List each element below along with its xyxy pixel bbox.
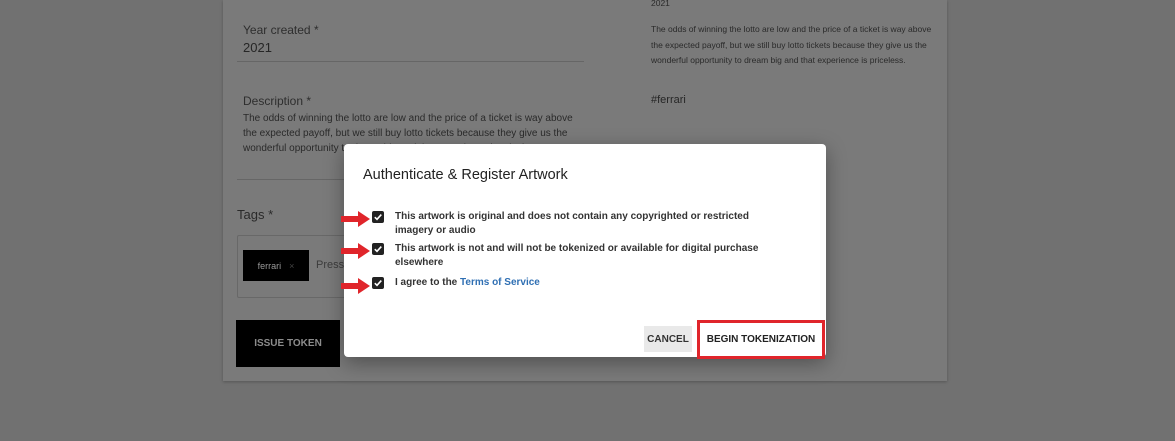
red-arrow-icon [341,243,370,259]
not-tokenized-checkbox[interactable] [372,243,384,255]
tag-input-placeholder[interactable]: Press [316,259,344,271]
checkmark-icon [374,280,382,287]
year-created-input[interactable]: 2021 [243,40,272,55]
original-artwork-checkbox-row[interactable]: This artwork is original and does not co… [372,210,785,238]
not-tokenized-label: This artwork is not and will not be toke… [395,243,759,268]
tag-chip[interactable]: ferrari × [243,250,309,281]
red-arrow-icon [341,278,370,294]
preview-hashtag: #ferrari [651,94,686,106]
description-label: Description * [243,94,312,108]
original-artwork-label: This artwork is original and does not co… [395,211,749,236]
tag-remove-icon[interactable]: × [289,261,294,271]
checkmark-icon [374,246,382,253]
terms-label: I agree to the Terms of Service [395,276,785,290]
preview-year: 2021 [651,0,670,8]
cancel-button[interactable]: CANCEL [644,326,692,352]
begin-tokenization-button[interactable]: BEGIN TOKENIZATION [697,320,825,359]
red-arrow-icon [341,211,370,227]
terms-checkbox[interactable] [372,277,384,289]
checkmark-icon [374,214,382,221]
year-created-label: Year created * [243,23,319,37]
terms-label-prefix: I agree to the [395,277,461,288]
terms-of-service-link[interactable]: Terms of Service [460,277,540,288]
year-divider [237,61,584,62]
issue-token-button[interactable]: ISSUE TOKEN [236,320,340,367]
tag-chip-label: ferrari [257,260,282,271]
dialog-title: Authenticate & Register Artwork [363,167,568,183]
tags-label: Tags * [237,207,274,222]
terms-checkbox-row[interactable]: I agree to the Terms of Service [372,276,785,290]
original-artwork-checkbox[interactable] [372,211,384,223]
preview-description: The odds of winning the lotto are low an… [651,24,932,65]
not-tokenized-checkbox-row[interactable]: This artwork is not and will not be toke… [372,242,785,270]
